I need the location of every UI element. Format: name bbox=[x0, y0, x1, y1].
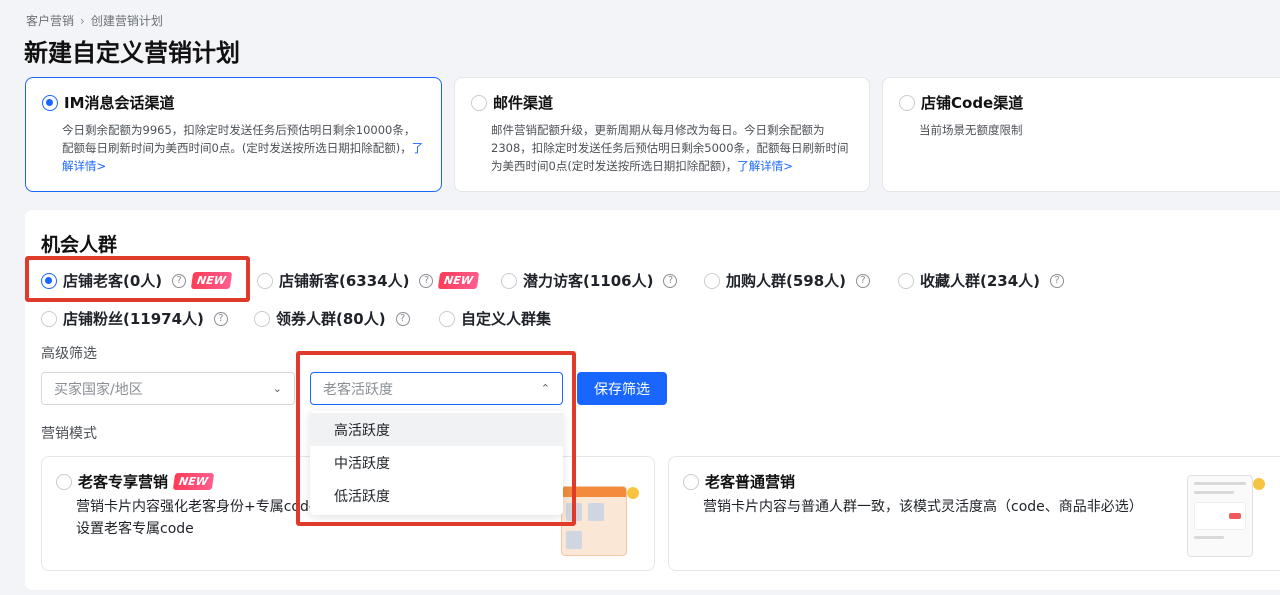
question-circle-icon[interactable]: ? bbox=[663, 273, 678, 288]
audience-old-customers[interactable]: 店铺老客(0人) ? NEW bbox=[41, 270, 233, 291]
mode-desc-line: 设置老客专属code bbox=[76, 521, 194, 537]
new-badge: NEW bbox=[190, 272, 233, 289]
breadcrumb: 客户营销 › 创建营销计划 bbox=[26, 12, 163, 29]
radio-audience[interactable] bbox=[501, 272, 517, 289]
country-select-placeholder: 买家国家/地区 bbox=[54, 381, 143, 398]
radio-audience[interactable] bbox=[439, 310, 455, 327]
audience-favorites[interactable]: 收藏人群(234人) ? bbox=[898, 270, 1065, 291]
mode-title: 老客专享营销 bbox=[78, 473, 169, 491]
radio-channel-code[interactable] bbox=[899, 94, 915, 111]
audience-label: 潜力访客(1106人) bbox=[523, 272, 654, 290]
audience-label: 店铺粉丝(11974人) bbox=[63, 310, 204, 328]
audience-label: 店铺新客(6334人) bbox=[279, 272, 410, 290]
learn-more-link[interactable]: 了解详情> bbox=[737, 159, 793, 173]
new-badge: NEW bbox=[438, 272, 480, 289]
audience-label: 领券人群(80人) bbox=[276, 310, 386, 328]
question-circle-icon[interactable]: ? bbox=[856, 273, 871, 288]
question-circle-icon[interactable]: ? bbox=[213, 311, 228, 326]
breadcrumb-root[interactable]: 客户营销 bbox=[26, 12, 74, 29]
audience-label: 收藏人群(234人) bbox=[920, 272, 1041, 290]
mode-label: 营销模式 bbox=[41, 426, 97, 442]
radio-mode[interactable] bbox=[56, 473, 72, 490]
channel-title: IM消息会话渠道 bbox=[64, 94, 175, 112]
section-title-audience: 机会人群 bbox=[41, 234, 118, 256]
radio-audience[interactable] bbox=[257, 272, 273, 289]
radio-audience[interactable] bbox=[41, 272, 57, 289]
radio-audience[interactable] bbox=[41, 310, 57, 327]
dropdown-option-high[interactable]: 高活跃度 bbox=[310, 413, 563, 446]
question-circle-icon[interactable]: ? bbox=[419, 273, 434, 288]
channel-desc-text: 今日剩余配额为9965，扣除定时发送任务后预估明日剩余10000条，配额每日刷新… bbox=[62, 123, 416, 155]
country-select[interactable]: 买家国家/地区 ⌄ bbox=[41, 372, 295, 405]
mode-title: 老客普通营销 bbox=[705, 473, 796, 491]
exclusive-card-preview-image bbox=[561, 486, 627, 556]
channel-desc-text: 邮件营销配额升级，更新周期从每月修改为每日。今日剩余配额为2308，扣除定时发送… bbox=[491, 123, 849, 173]
chevron-up-icon: ⌃ bbox=[540, 382, 550, 395]
channel-desc: 今日剩余配额为9965，扣除定时发送任务后预估明日剩余10000条，配额每日刷新… bbox=[62, 121, 425, 175]
audience-new-customers[interactable]: 店铺新客(6334人) ? NEW bbox=[257, 270, 480, 291]
channel-title: 邮件渠道 bbox=[493, 94, 554, 112]
chevron-right-icon: › bbox=[80, 13, 85, 28]
radio-mode[interactable] bbox=[683, 473, 699, 490]
radio-audience[interactable] bbox=[254, 310, 270, 327]
radio-channel-im[interactable] bbox=[42, 94, 58, 111]
audience-custom[interactable]: 自定义人群集 bbox=[439, 308, 551, 329]
question-circle-icon[interactable]: ? bbox=[395, 311, 410, 326]
activity-dropdown-menu: 高活跃度 中活跃度 低活跃度 bbox=[310, 411, 563, 515]
audience-label: 店铺老客(0人) bbox=[63, 272, 163, 290]
audience-label: 自定义人群集 bbox=[461, 310, 552, 328]
audience-label: 加购人群(598人) bbox=[726, 272, 847, 290]
save-filter-button[interactable]: 保存筛选 bbox=[577, 372, 667, 405]
chevron-down-icon: ⌄ bbox=[272, 382, 282, 395]
page-title: 新建自定义营销计划 bbox=[24, 39, 240, 67]
filter-label: 高级筛选 bbox=[41, 346, 97, 362]
emoji-icon bbox=[627, 487, 639, 499]
normal-card-preview-image bbox=[1187, 475, 1253, 557]
channel-title: 店铺Code渠道 bbox=[921, 94, 1024, 112]
activity-select-placeholder: 老客活跃度 bbox=[323, 381, 393, 398]
activity-select[interactable]: 老客活跃度 ⌃ bbox=[310, 372, 563, 405]
audience-fans[interactable]: 店铺粉丝(11974人) ? bbox=[41, 308, 228, 329]
emoji-icon bbox=[1253, 478, 1265, 490]
channel-card-email[interactable]: 邮件渠道 邮件营销配额升级，更新周期从每月修改为每日。今日剩余配额为2308，扣… bbox=[454, 77, 870, 192]
audience-add-to-cart[interactable]: 加购人群(598人) ? bbox=[704, 270, 871, 291]
breadcrumb-current: 创建营销计划 bbox=[90, 14, 163, 28]
channel-card-code[interactable]: 店铺Code渠道 当前场景无额度限制 bbox=[882, 77, 1280, 192]
question-circle-icon[interactable]: ? bbox=[1050, 273, 1065, 288]
channel-card-im[interactable]: IM消息会话渠道 今日剩余配额为9965，扣除定时发送任务后预估明日剩余1000… bbox=[25, 77, 442, 192]
dropdown-option-medium[interactable]: 中活跃度 bbox=[310, 446, 563, 479]
radio-audience[interactable] bbox=[898, 272, 914, 289]
channel-desc: 当前场景无额度限制 bbox=[919, 123, 1023, 137]
audience-potential-visitors[interactable]: 潜力访客(1106人) ? bbox=[501, 270, 678, 291]
radio-audience[interactable] bbox=[704, 272, 720, 289]
question-circle-icon[interactable]: ? bbox=[172, 273, 187, 288]
channel-desc: 邮件营销配额升级，更新周期从每月修改为每日。今日剩余配额为2308，扣除定时发送… bbox=[491, 121, 849, 175]
dropdown-option-low[interactable]: 低活跃度 bbox=[310, 479, 563, 512]
audience-coupon[interactable]: 领券人群(80人) ? bbox=[254, 308, 410, 329]
new-badge: NEW bbox=[172, 473, 215, 490]
radio-channel-email[interactable] bbox=[471, 94, 487, 111]
